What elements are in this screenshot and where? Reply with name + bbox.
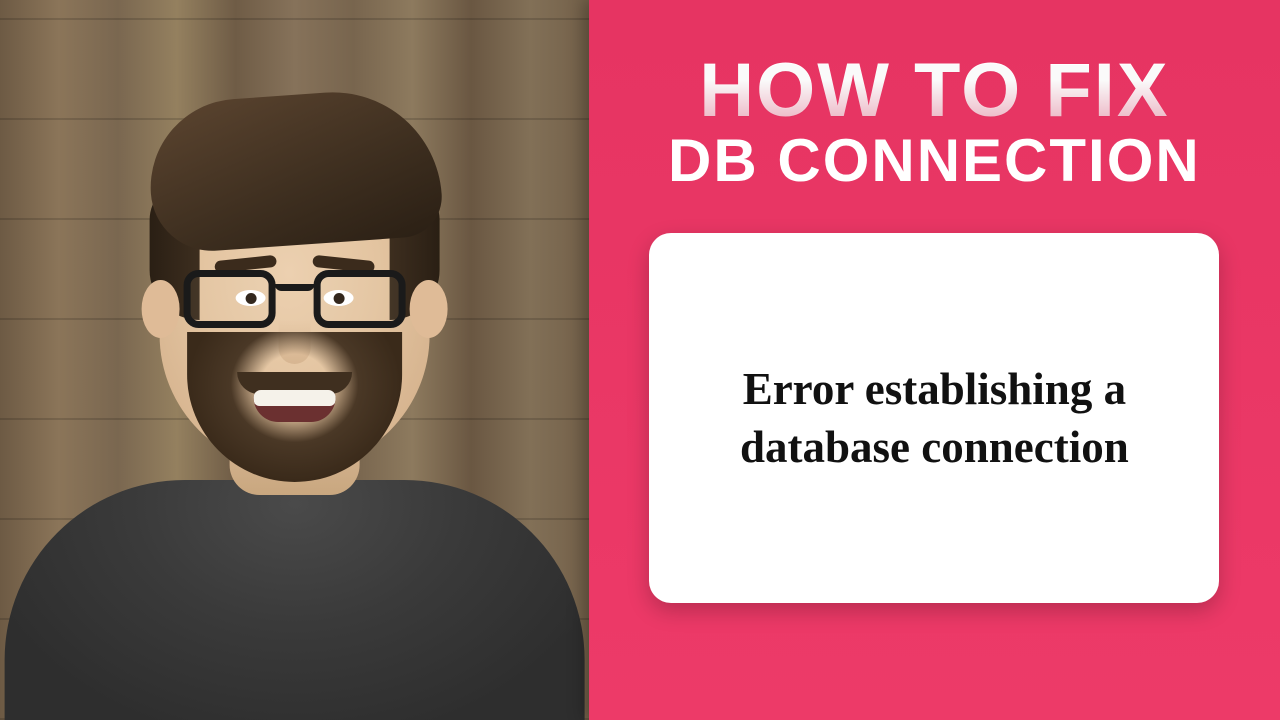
presenter-shirt xyxy=(4,480,584,720)
error-message-text: Error establishing a database connection xyxy=(705,360,1163,477)
title-line-2: DB CONNECTION xyxy=(668,131,1201,191)
title-block: HOW TO FIX DB CONNECTION xyxy=(668,55,1201,191)
thumbnail-container: HOW TO FIX DB CONNECTION Error establish… xyxy=(0,0,1280,720)
info-panel: HOW TO FIX DB CONNECTION Error establish… xyxy=(589,0,1280,720)
error-message-box: Error establishing a database connection xyxy=(649,233,1219,603)
title-line-1: HOW TO FIX xyxy=(668,55,1201,127)
presenter-panel xyxy=(0,0,589,720)
presenter-head xyxy=(159,130,429,470)
presenter-figure xyxy=(0,0,589,720)
